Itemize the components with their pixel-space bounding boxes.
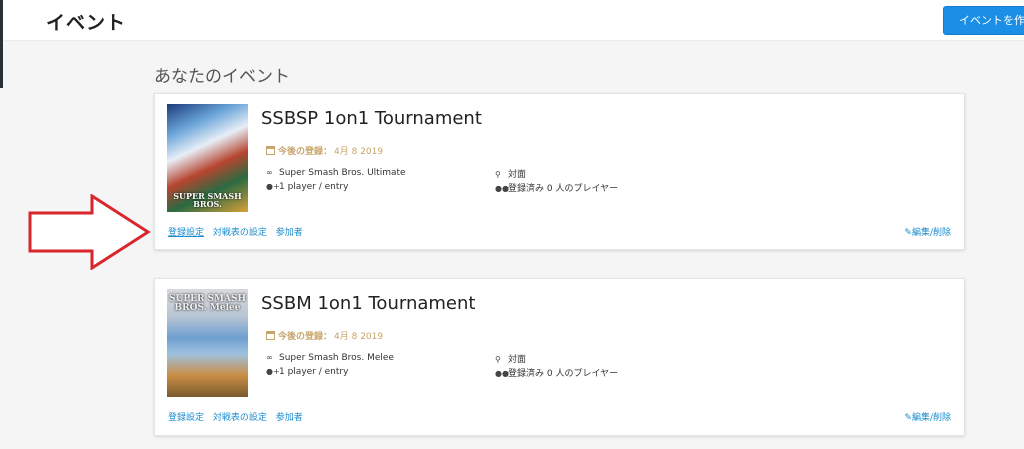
entry-text: 1 player / entry: [279, 182, 349, 192]
gamepad-icon: ∞: [266, 353, 273, 362]
link-participants[interactable]: 参加者: [276, 228, 303, 238]
map-pin-icon: ⚲: [495, 355, 501, 364]
date-value: 4月 8 2019: [334, 147, 384, 157]
players-text: 登録済み 0 人のプレイヤー: [508, 369, 619, 379]
calendar-icon: [266, 146, 275, 155]
link-registration-settings[interactable]: 登録設定: [168, 413, 204, 423]
game-name: Super Smash Bros. Ultimate: [279, 168, 406, 178]
top-header: イベント イベントを作: [3, 0, 1024, 41]
user-plus-icon: ●+: [266, 367, 280, 376]
user-plus-icon: ●+: [266, 182, 280, 191]
players-info: ●●登録済み 0 人のプレイヤー: [495, 366, 618, 379]
date-label: 今後の登録：: [278, 147, 333, 157]
link-bracket-settings[interactable]: 対戦表の設定: [213, 228, 267, 238]
edit-delete-link[interactable]: ✎編集/削除: [904, 410, 951, 423]
entry-text: 1 player / entry: [279, 367, 349, 377]
pencil-icon: ✎: [904, 413, 912, 423]
page-title: イベント: [46, 12, 127, 34]
players-text: 登録済み 0 人のプレイヤー: [508, 184, 619, 194]
venue-info: ⚲ 対面: [495, 167, 526, 180]
game-name: Super Smash Bros. Melee: [279, 353, 394, 363]
link-bracket-settings[interactable]: 対戦表の設定: [213, 413, 267, 423]
annotation-arrow: [28, 194, 151, 270]
event-title[interactable]: SSBSP 1on1 Tournament: [261, 108, 482, 129]
create-event-button[interactable]: イベントを作: [943, 6, 1024, 35]
calendar-icon: [266, 331, 275, 340]
game-info: ∞ Super Smash Bros. Melee: [266, 353, 394, 363]
edit-delete-label: 編集/削除: [911, 413, 951, 423]
registration-date: 今後の登録： 4月 8 2019: [266, 329, 383, 342]
entry-info: ●+1 player / entry: [266, 182, 348, 192]
link-participants[interactable]: 参加者: [276, 413, 303, 423]
date-value: 4月 8 2019: [334, 332, 384, 342]
users-icon: ●●: [495, 184, 509, 193]
thumbnail-logo: SUPER SMASH BROS.: [173, 191, 242, 209]
users-icon: ●●: [495, 369, 509, 378]
game-info: ∞ Super Smash Bros. Ultimate: [266, 168, 406, 178]
entry-info: ●+1 player / entry: [266, 367, 348, 377]
card-links: 登録設定 対戦表の設定 参加者: [168, 225, 309, 238]
game-thumbnail: SUPER SMASH BROS. Melee: [167, 289, 248, 397]
event-card: SUPER SMASH BROS. Melee SSBM 1on1 Tourna…: [154, 278, 965, 436]
registration-date: 今後の登録： 4月 8 2019: [266, 144, 383, 157]
thumbnail-logo: SUPER SMASH BROS. Melee: [168, 294, 247, 313]
pencil-icon: ✎: [904, 228, 912, 238]
venue-text: 対面: [508, 355, 527, 365]
gamepad-icon: ∞: [266, 168, 273, 177]
game-thumbnail: SUPER SMASH BROS.: [167, 104, 248, 212]
venue-info: ⚲ 対面: [495, 352, 526, 365]
edit-delete-label: 編集/削除: [911, 228, 951, 238]
map-pin-icon: ⚲: [495, 170, 501, 179]
link-registration-settings[interactable]: 登録設定: [168, 228, 204, 238]
players-info: ●●登録済み 0 人のプレイヤー: [495, 181, 618, 194]
section-title: あなたのイベント: [154, 67, 290, 87]
venue-text: 対面: [508, 170, 527, 180]
event-card: SUPER SMASH BROS. SSBSP 1on1 Tournament …: [154, 93, 965, 250]
date-label: 今後の登録：: [278, 332, 333, 342]
event-title[interactable]: SSBM 1on1 Tournament: [261, 293, 475, 314]
card-links: 登録設定 対戦表の設定 参加者: [168, 410, 309, 423]
edit-delete-link[interactable]: ✎編集/削除: [904, 225, 951, 238]
